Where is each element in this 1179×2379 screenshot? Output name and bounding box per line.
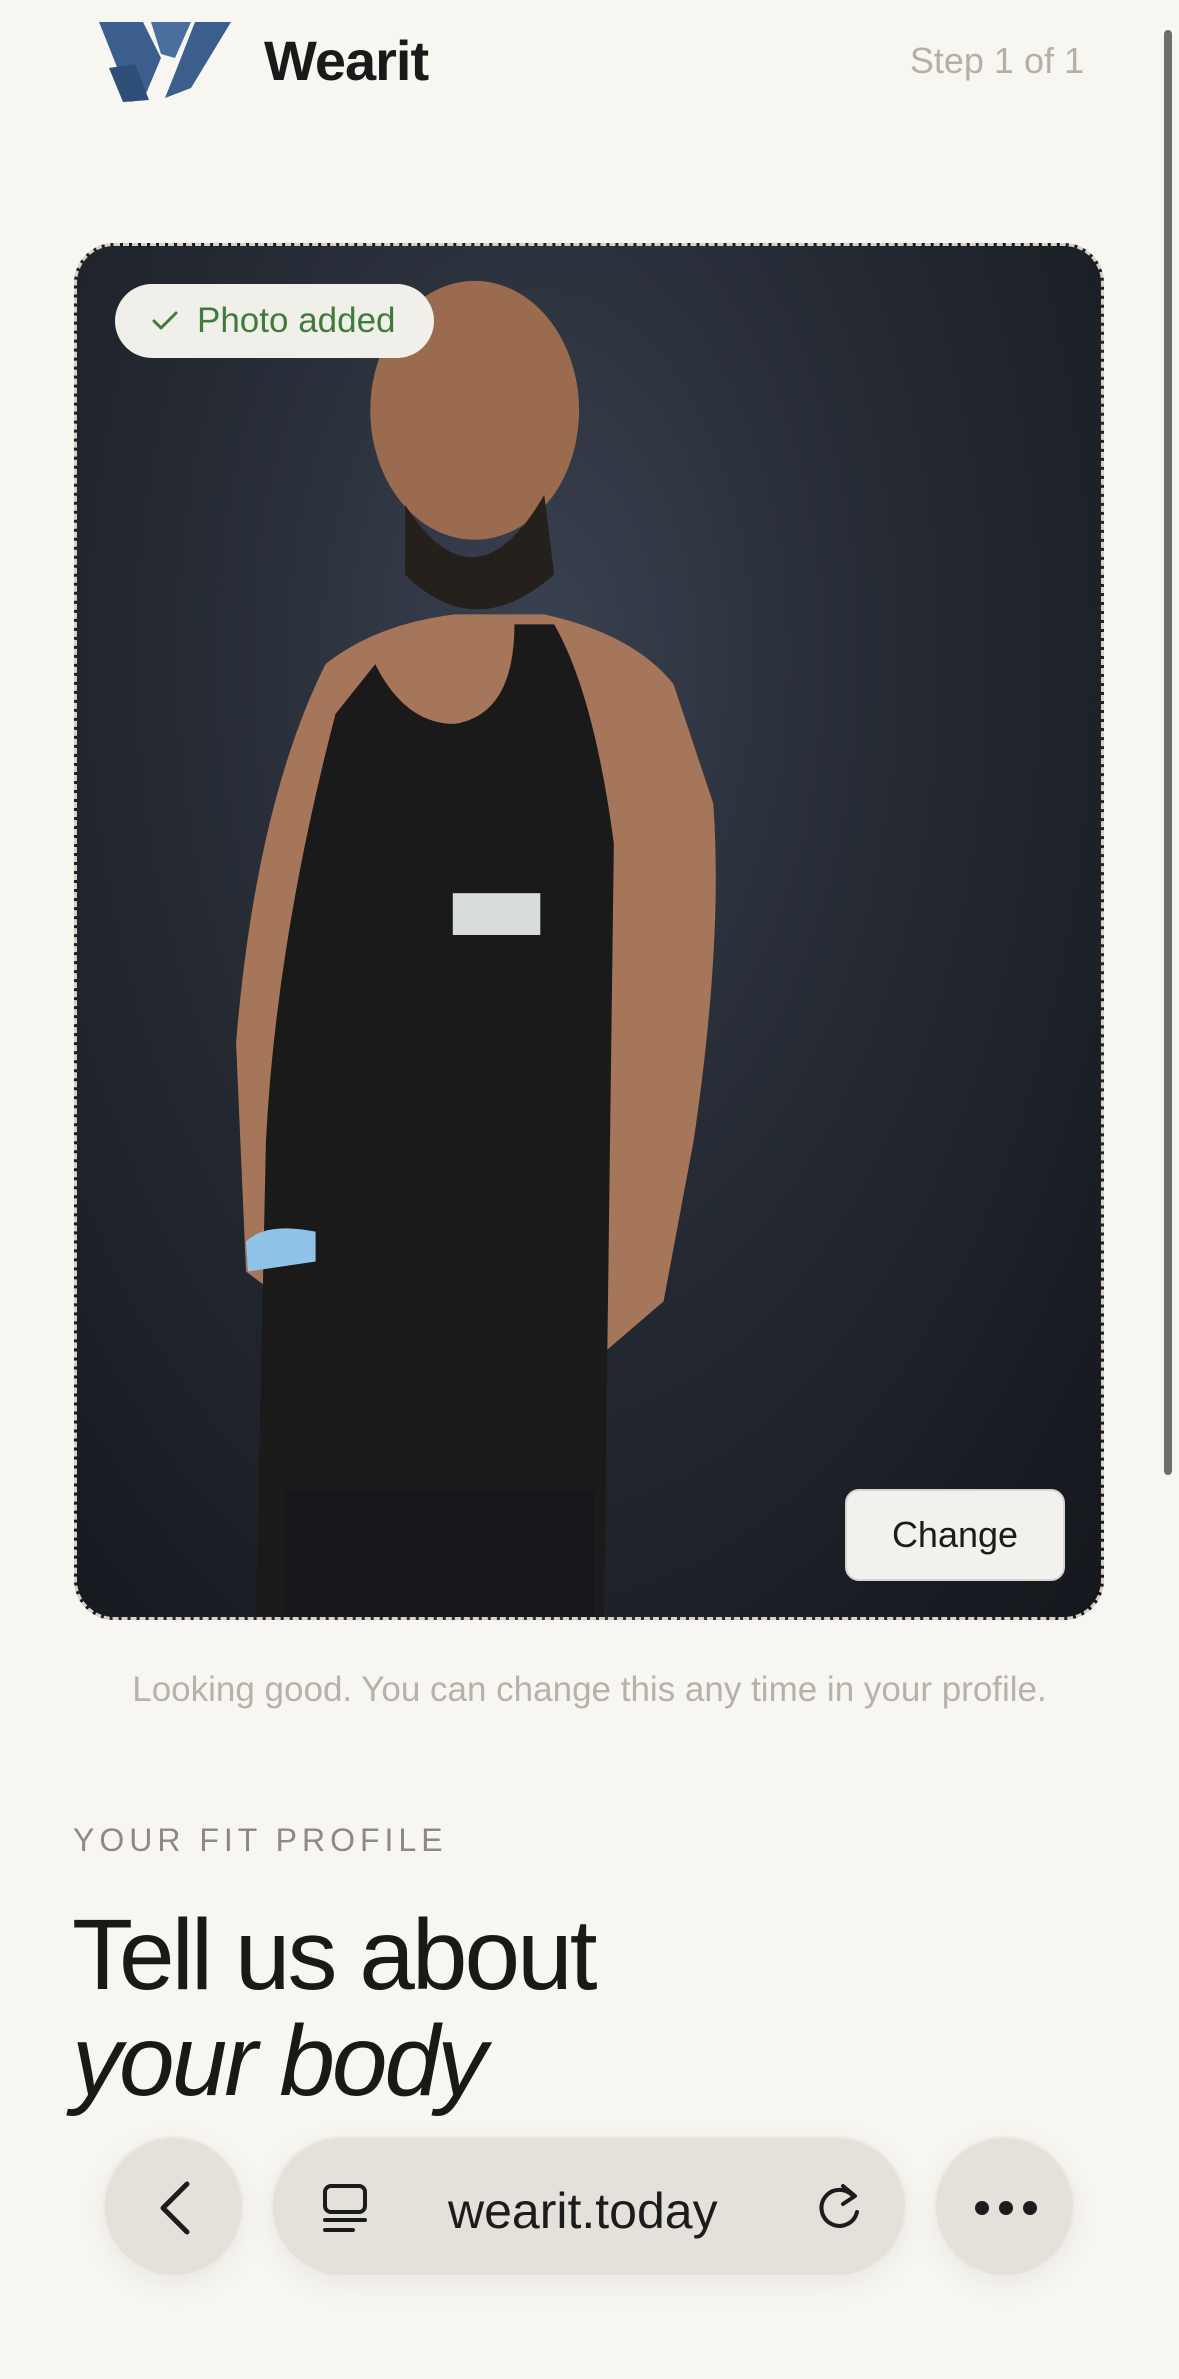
photo-added-badge: Photo added: [115, 284, 434, 358]
title-line-2: your body: [72, 2005, 487, 2117]
section-eyebrow: YOUR FIT PROFILE: [73, 1822, 448, 1858]
step-indicator: Step 1 of 1: [909, 40, 1084, 81]
scrollbar[interactable]: [1164, 30, 1172, 1475]
address-bar[interactable]: wearit.today: [271, 2136, 907, 2277]
back-chevron-icon: [160, 2181, 190, 2235]
change-photo-button[interactable]: Change: [845, 1489, 1065, 1581]
check-icon: [152, 311, 178, 330]
more-button[interactable]: [934, 2136, 1075, 2277]
browser-toolbar: wearit.today: [0, 2130, 1179, 2280]
user-photo: [236, 280, 716, 1617]
logo-icon: [99, 22, 231, 102]
brand-name: Wearit: [264, 29, 429, 92]
more-icon: [975, 2201, 1037, 2215]
badge-label: Photo added: [197, 301, 396, 340]
url-text: wearit.today: [448, 2183, 718, 2239]
photo-preview: Photo added Change: [74, 243, 1104, 1620]
back-button[interactable]: [103, 2136, 244, 2277]
app-header: Wearit Step 1 of 1: [0, 0, 1179, 130]
page-title: Tell us about your body: [72, 1899, 597, 2117]
title-line-1: Tell us about: [72, 1899, 597, 2011]
helper-text: Looking good. You can change this any ti…: [132, 1670, 1047, 1709]
reload-icon[interactable]: [813, 2182, 865, 2234]
tabs-icon: [323, 2184, 367, 2232]
